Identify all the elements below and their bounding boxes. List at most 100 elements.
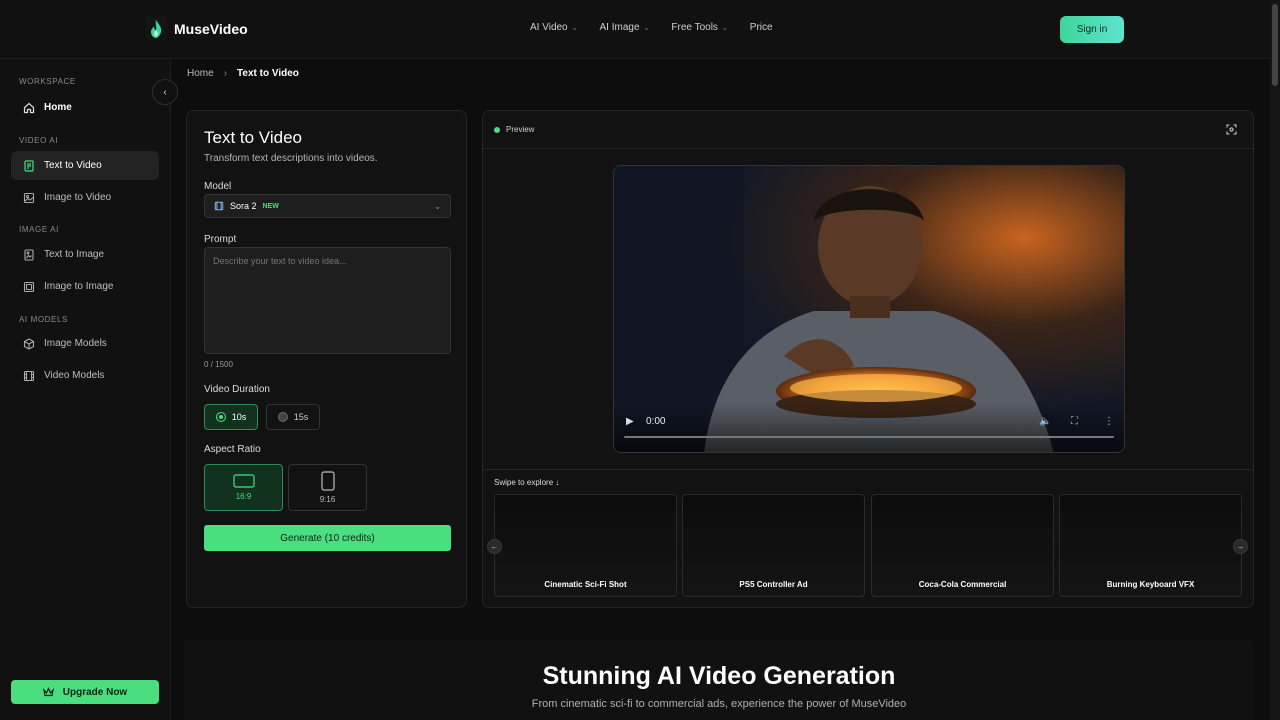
- arrow-right-icon: →: [1236, 542, 1245, 551]
- play-icon[interactable]: ▶: [626, 416, 634, 427]
- sidebar-collapse-button[interactable]: ‹: [152, 79, 178, 105]
- new-badge: NEW: [262, 202, 279, 210]
- image-icon: [23, 192, 35, 203]
- video-progress-bar[interactable]: [624, 436, 1114, 438]
- example-card[interactable]: Burning Keyboard VFX: [1059, 494, 1242, 597]
- sidebar-item-label: Image to Image: [44, 281, 114, 292]
- example-card-title: Cinematic Sci-Fi Shot: [544, 580, 627, 589]
- duration-label: Video Duration: [204, 384, 270, 395]
- chevron-down-icon: ⌄: [434, 201, 441, 211]
- preview-video[interactable]: ▶ 0:00 🔈 ⛶ ⋮: [613, 165, 1125, 453]
- sidebar-item-label: Video Models: [44, 370, 105, 381]
- chevron-right-icon: ›: [223, 68, 228, 79]
- crown-icon: [42, 687, 54, 697]
- file-text-icon: [24, 159, 34, 172]
- main-nav: AI Video ⌄ AI Image ⌄ Free Tools ⌄ Price: [530, 22, 773, 33]
- film-icon: [23, 370, 35, 381]
- images-icon: [23, 281, 35, 292]
- nav-ai-video[interactable]: AI Video ⌄: [530, 22, 578, 33]
- chevron-down-icon: ⌄: [571, 24, 578, 32]
- divider: [483, 469, 1253, 470]
- breadcrumb: Home › Text to Video: [187, 68, 299, 79]
- example-card[interactable]: PS5 Controller Ad: [682, 494, 865, 597]
- sidebar-item-image-to-image[interactable]: Image to Image: [11, 272, 159, 301]
- preview-header: Preview: [483, 111, 1253, 149]
- prompt-input[interactable]: [204, 247, 451, 354]
- breadcrumb-current: Text to Video: [237, 68, 299, 79]
- model-value: Sora 2: [230, 201, 257, 211]
- upgrade-now-button[interactable]: Upgrade Now: [11, 680, 159, 704]
- nav-ai-image[interactable]: AI Image ⌄: [600, 22, 650, 33]
- example-card-title: PS5 Controller Ad: [739, 580, 808, 589]
- preview-label: Preview: [506, 125, 535, 134]
- model-select[interactable]: Sora 2 NEW ⌄: [204, 194, 451, 218]
- scrollbar-thumb[interactable]: [1272, 4, 1278, 86]
- carousel-prev-button[interactable]: ←: [487, 539, 502, 554]
- carousel-next-button[interactable]: →: [1233, 539, 1248, 554]
- sidebar-item-text-to-image[interactable]: Text to Image: [11, 240, 159, 269]
- film-icon: [214, 201, 224, 211]
- video-controls: ▶ 0:00 🔈 ⛶ ⋮: [614, 402, 1124, 452]
- chevron-left-icon: ‹: [163, 86, 167, 98]
- upgrade-label: Upgrade Now: [62, 686, 128, 698]
- prompt-label: Prompt: [204, 234, 237, 245]
- home-icon: [23, 102, 35, 113]
- example-card[interactable]: Coca-Cola Commercial: [871, 494, 1054, 597]
- sidebar-item-label: Image to Video: [44, 192, 112, 203]
- duration-label-text: 10s: [231, 412, 247, 422]
- sidebar-item-home[interactable]: Home: [11, 93, 159, 122]
- aspect-ratio-label: Aspect Ratio: [204, 444, 261, 455]
- aspect-label-text: 16:9: [235, 492, 252, 501]
- nav-label: AI Image: [599, 22, 640, 33]
- nav-label: Price: [749, 22, 773, 33]
- explore-label: Swipe to explore ↓: [494, 478, 560, 487]
- aspect-label-text: 9:16: [319, 495, 336, 504]
- cube-icon: [23, 337, 35, 350]
- volume-icon[interactable]: 🔈: [1039, 416, 1051, 427]
- radio-selected-icon: [215, 412, 226, 422]
- aspect-9-16-option[interactable]: 9:16: [288, 464, 367, 511]
- page-scrollbar[interactable]: [1270, 0, 1280, 720]
- example-card-title: Burning Keyboard VFX: [1106, 580, 1195, 589]
- sidebar-heading-ai-models: AI MODELS: [19, 315, 68, 324]
- sidebar-heading-workspace: WORKSPACE: [19, 77, 76, 86]
- hero-section: Stunning AI Video Generation From cinema…: [184, 640, 1254, 720]
- sidebar-item-label: Image Models: [44, 338, 107, 349]
- flame-logo-icon: [146, 17, 166, 41]
- brand-logo[interactable]: MuseVideo: [146, 17, 248, 41]
- fullscreen-icon[interactable]: ⛶: [1071, 416, 1078, 427]
- duration-label-text: 15s: [293, 412, 309, 422]
- hero-title: Stunning AI Video Generation: [542, 662, 896, 690]
- duration-10s-option[interactable]: 10s: [204, 404, 258, 430]
- sidebar-item-label: Home: [44, 102, 72, 113]
- file-image-icon: [24, 248, 34, 261]
- chevron-down-icon: ⌄: [721, 24, 728, 32]
- sign-in-button[interactable]: Sign in: [1060, 16, 1124, 43]
- generate-button[interactable]: Generate (10 credits): [204, 525, 451, 551]
- arrow-left-icon: ←: [490, 542, 499, 551]
- status-dot-icon: [494, 127, 500, 133]
- sidebar-item-label: Text to Video: [44, 160, 102, 171]
- nav-free-tools[interactable]: Free Tools ⌄: [671, 22, 727, 33]
- fullscreen-focus-icon[interactable]: [1226, 124, 1237, 135]
- model-label: Model: [204, 181, 232, 192]
- hero-subtitle: From cinematic sci-fi to commercial ads,…: [531, 698, 907, 710]
- duration-15s-option[interactable]: 15s: [266, 404, 320, 430]
- brand-name: MuseVideo: [174, 21, 248, 37]
- sidebar-item-video-models[interactable]: Video Models: [11, 361, 159, 390]
- sidebar-item-text-to-video[interactable]: Text to Video: [11, 151, 159, 180]
- sidebar-item-image-models[interactable]: Image Models: [11, 329, 159, 358]
- aspect-16-9-option[interactable]: 16:9: [204, 464, 283, 511]
- sidebar-item-label: Text to Image: [44, 249, 105, 260]
- nav-label: Free Tools: [671, 22, 718, 33]
- form-subtitle: Transform text descriptions into videos.: [204, 153, 378, 164]
- breadcrumb-home-link[interactable]: Home: [187, 68, 214, 79]
- sidebar-item-image-to-video[interactable]: Image to Video: [11, 183, 159, 212]
- nav-price[interactable]: Price: [750, 22, 773, 33]
- radio-icon: [277, 412, 288, 422]
- landscape-frame-icon: [232, 474, 255, 488]
- more-options-icon[interactable]: ⋮: [1104, 416, 1114, 427]
- example-card[interactable]: Cinematic Sci-Fi Shot: [494, 494, 677, 597]
- preview-panel: Preview ▶ 0:00 🔈 ⛶ ⋮ Swipe to explore ↓ …: [482, 110, 1254, 608]
- top-navbar: MuseVideo AI Video ⌄ AI Image ⌄ Free Tools…: [0, 0, 1280, 59]
